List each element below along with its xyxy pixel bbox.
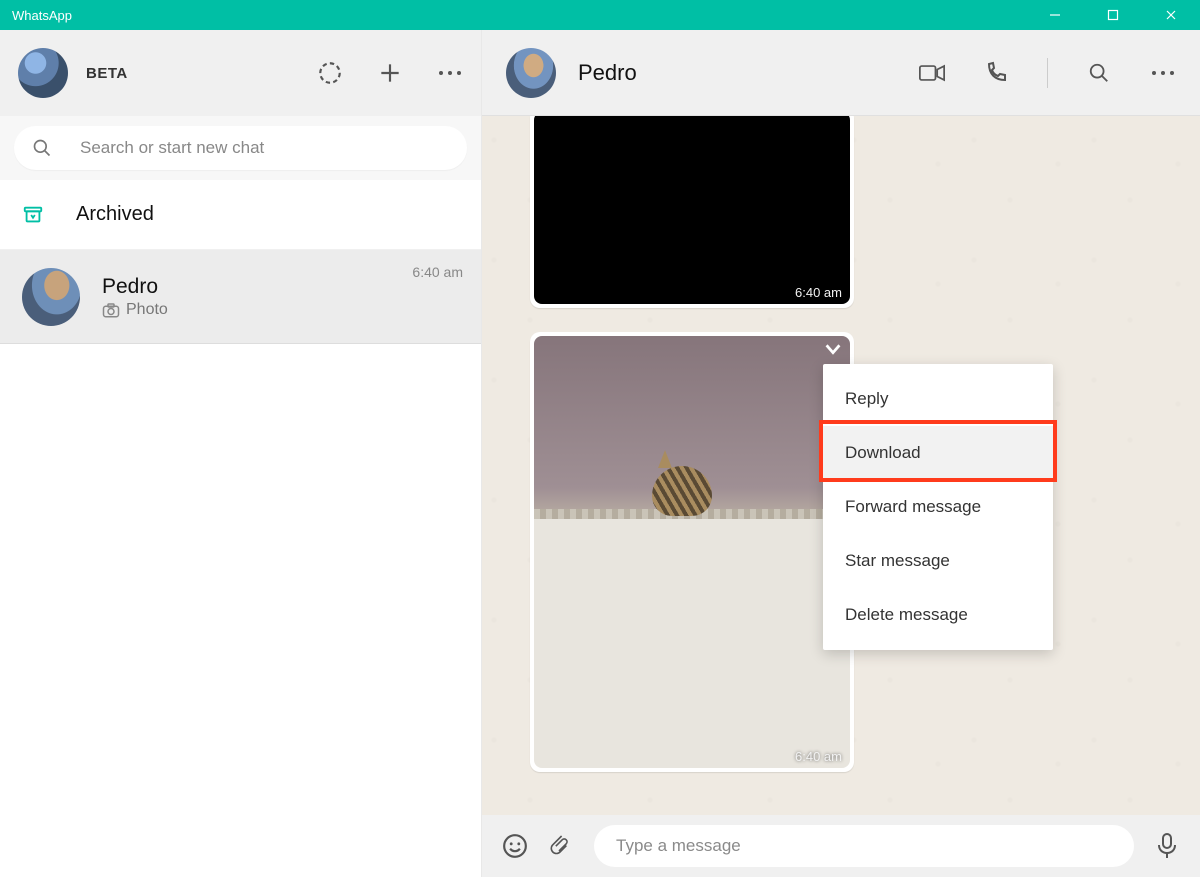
ctx-star[interactable]: Star message — [823, 534, 1053, 588]
messages-area[interactable]: 6:40 am 6:40 am Reply Download Forward m… — [482, 116, 1200, 815]
window-maximize-button[interactable] — [1084, 0, 1142, 30]
ctx-reply[interactable]: Reply — [823, 372, 1053, 426]
message-bubble[interactable]: 6:40 am — [530, 332, 854, 772]
attach-icon[interactable] — [548, 833, 574, 859]
window-minimize-button[interactable] — [1026, 0, 1084, 30]
archived-row[interactable]: Archived — [0, 180, 481, 250]
separator — [1047, 58, 1048, 88]
camera-icon — [102, 302, 120, 318]
chat-list-item[interactable]: Pedro Photo 6:40 am — [0, 250, 481, 344]
video-call-icon[interactable] — [919, 60, 945, 86]
chat-list-header: BETA — [0, 30, 481, 116]
context-menu: Reply Download Forward message Star mess… — [823, 364, 1053, 650]
chat-header: Pedro — [482, 30, 1200, 116]
chevron-down-icon[interactable] — [822, 338, 844, 360]
voice-call-icon[interactable] — [983, 60, 1009, 86]
message-image[interactable] — [534, 116, 850, 304]
archived-label: Archived — [76, 203, 154, 226]
archive-icon — [22, 204, 44, 226]
message-time: 6:40 am — [795, 749, 842, 764]
chat-time: 6:40 am — [412, 264, 463, 280]
mic-icon[interactable] — [1154, 833, 1180, 859]
search-placeholder: Search or start new chat — [80, 138, 264, 158]
beta-badge: BETA — [86, 65, 299, 82]
chat-panel: Pedro 6:40 am — [482, 30, 1200, 877]
composer: Type a message — [482, 815, 1200, 877]
message-time: 6:40 am — [795, 285, 842, 300]
search-input[interactable]: Search or start new chat — [14, 126, 467, 170]
window-titlebar: WhatsApp — [0, 0, 1200, 30]
menu-dots-icon[interactable] — [437, 60, 463, 86]
search-icon — [32, 138, 52, 158]
ctx-forward[interactable]: Forward message — [823, 480, 1053, 534]
window-close-button[interactable] — [1142, 0, 1200, 30]
ctx-delete[interactable]: Delete message — [823, 588, 1053, 642]
message-input[interactable]: Type a message — [594, 825, 1134, 867]
chat-name: Pedro — [102, 275, 390, 299]
chat-preview: Photo — [102, 301, 390, 319]
search-in-chat-icon[interactable] — [1086, 60, 1112, 86]
window-controls — [1026, 0, 1200, 30]
new-chat-icon[interactable] — [377, 60, 403, 86]
chat-preview-text: Photo — [126, 301, 168, 319]
contact-avatar[interactable] — [506, 48, 556, 98]
emoji-icon[interactable] — [502, 833, 528, 859]
contact-name[interactable]: Pedro — [578, 60, 897, 86]
chat-avatar — [22, 268, 80, 326]
chat-menu-dots-icon[interactable] — [1150, 60, 1176, 86]
message-bubble[interactable]: 6:40 am — [530, 116, 854, 308]
message-placeholder: Type a message — [616, 836, 741, 856]
status-icon[interactable] — [317, 60, 343, 86]
chat-list-panel: BETA Search or start new chat — [0, 30, 482, 877]
window-title: WhatsApp — [12, 8, 72, 23]
user-avatar[interactable] — [18, 48, 68, 98]
ctx-download[interactable]: Download — [823, 426, 1053, 480]
message-image[interactable] — [534, 336, 850, 768]
